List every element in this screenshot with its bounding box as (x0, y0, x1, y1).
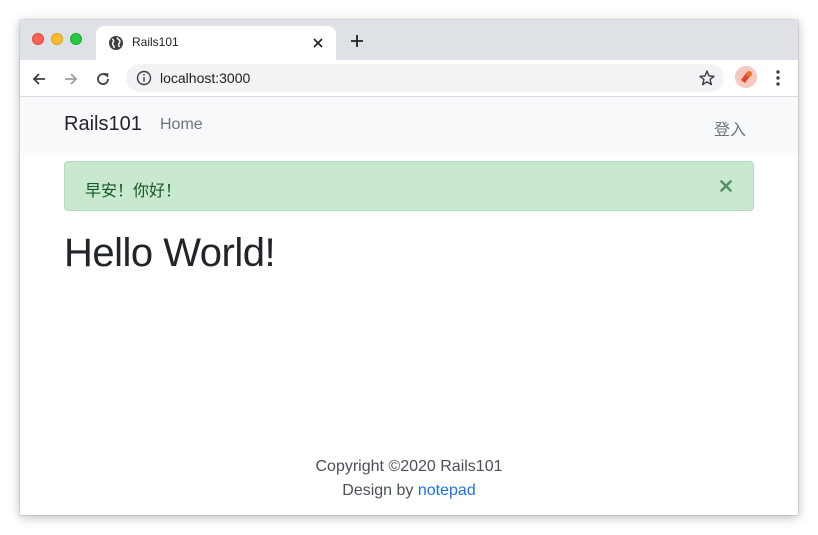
address-bar[interactable]: localhost:3000 (126, 64, 724, 92)
info-icon[interactable] (136, 70, 152, 86)
reload-icon[interactable] (90, 66, 116, 92)
close-alert-icon[interactable] (717, 177, 735, 195)
browser-toolbar: localhost:3000 (20, 60, 798, 97)
footer-design-link[interactable]: notepad (418, 482, 476, 499)
bookmark-star-icon[interactable] (698, 69, 716, 87)
flash-alert: 早安！你好！ (64, 161, 754, 211)
nav-home-link[interactable]: Home (160, 116, 203, 134)
footer-copyright: Copyright ©2020 Rails101 (315, 458, 503, 475)
more-vertical-icon[interactable] (770, 68, 786, 88)
back-arrow-icon[interactable] (26, 66, 52, 92)
alert-message: 早安！你好！ (85, 183, 182, 200)
page-heading: Hello World! (64, 231, 276, 275)
browser-window: Rails101 localhost:3000 Rails101 Home 登入… (20, 20, 798, 515)
close-window-button[interactable] (32, 33, 44, 45)
site-brand-link[interactable]: Rails101 (64, 113, 142, 136)
minimize-window-button[interactable] (51, 33, 63, 45)
address-url[interactable]: localhost:3000 (160, 70, 250, 86)
tab-strip: Rails101 (20, 20, 798, 60)
footer-design-line: Design by notepad (20, 479, 798, 503)
site-navbar: Rails101 Home 登入 (20, 97, 798, 153)
forward-arrow-icon[interactable] (58, 66, 84, 92)
site-footer: Copyright ©2020 Rails101 Design by notep… (20, 455, 798, 503)
web-page: Rails101 Home 登入 早安！你好！ Hello World! Cop… (20, 97, 798, 515)
globe-icon (108, 35, 124, 51)
profile-avatar[interactable] (735, 66, 757, 88)
nav-login-link[interactable]: 登入 (714, 116, 746, 140)
tab-title: Rails101 (132, 35, 179, 49)
new-tab-icon[interactable] (346, 30, 368, 52)
close-tab-icon[interactable] (308, 33, 328, 53)
maximize-window-button[interactable] (70, 33, 82, 45)
footer-design-prefix: Design by (342, 482, 414, 499)
browser-tab[interactable]: Rails101 (96, 26, 336, 60)
